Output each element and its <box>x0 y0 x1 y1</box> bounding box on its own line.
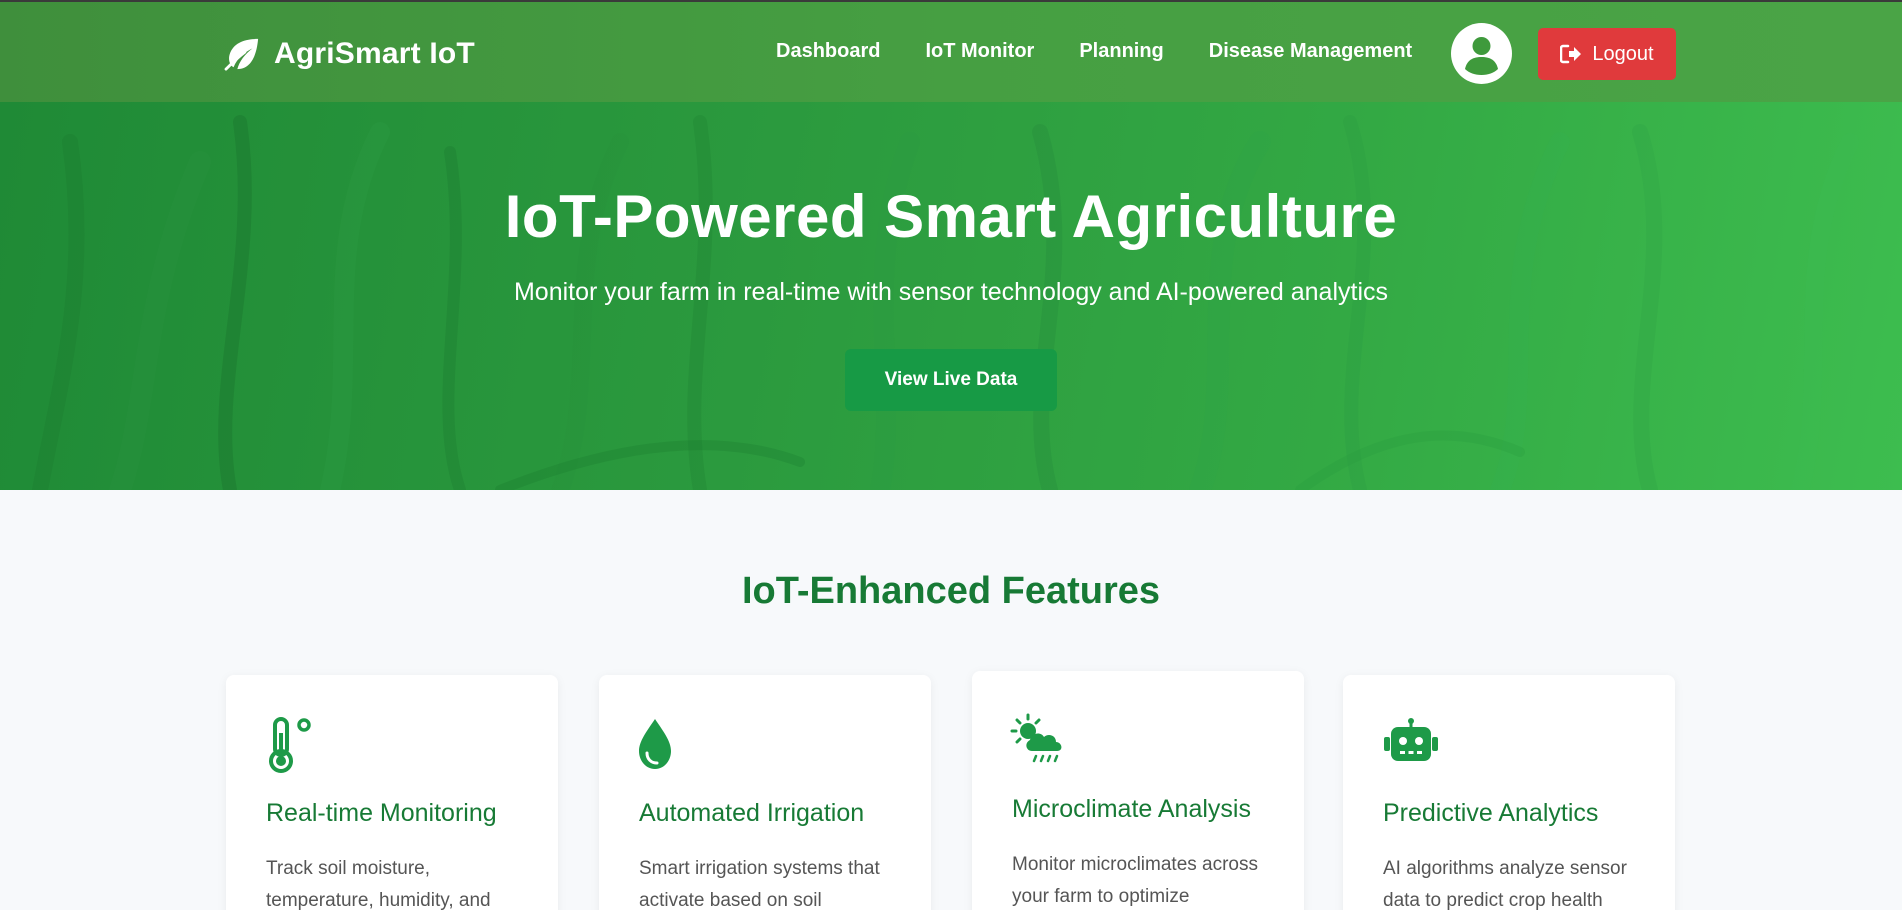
logout-label: Logout <box>1592 42 1654 65</box>
card-description: Track soil moisture, temperature, humidi… <box>266 858 491 910</box>
nav-link-dashboard[interactable]: Dashboard <box>776 40 880 63</box>
hero-banner: IoT-Powered Smart Agriculture Monitor yo… <box>0 102 1902 490</box>
hero-title: IoT-Powered Smart Agriculture <box>504 183 1398 250</box>
feature-card-real-time-monitoring: Real-time Monitoring Track soil moisture… <box>226 675 558 910</box>
nav-links: Dashboard IoT Monitor Planning Disease M… <box>776 40 1412 63</box>
water-drop-icon <box>639 719 671 769</box>
top-navbar: AgriSmart IoT Dashboard IoT Monitor Plan… <box>0 0 1902 102</box>
leaf-icon <box>224 38 259 71</box>
robot-icon <box>1384 718 1438 761</box>
user-avatar[interactable] <box>1451 23 1512 84</box>
feature-card-microclimate-analysis: Microclimate Analysis Monitor microclima… <box>972 671 1304 910</box>
thermometer-icon <box>269 717 311 773</box>
cloud-sun-rain-icon <box>1010 713 1062 763</box>
card-description: Monitor microclimates across your farm t… <box>1012 854 1258 907</box>
hero-subtitle: Monitor your farm in real-time with sens… <box>513 278 1388 306</box>
sign-out-icon <box>1560 44 1582 64</box>
feature-card-automated-irrigation: Automated Irrigation Smart irrigation sy… <box>599 675 931 910</box>
features-heading: IoT-Enhanced Features <box>741 570 1161 612</box>
card-title: Automated Irrigation <box>639 799 865 827</box>
card-title: Predictive Analytics <box>1383 799 1599 827</box>
card-title: Microclimate Analysis <box>1012 795 1251 823</box>
nav-link-iot-monitor[interactable]: IoT Monitor <box>925 40 1034 63</box>
card-description: Smart irrigation systems that activate b… <box>639 858 880 910</box>
logout-button[interactable]: Logout <box>1538 28 1676 80</box>
nav-link-disease-management[interactable]: Disease Management <box>1209 40 1412 63</box>
card-title: Real-time Monitoring <box>266 799 497 827</box>
card-description: AI algorithms analyze sensor data to pre… <box>1383 858 1627 910</box>
feature-card-predictive-analytics: Predictive Analytics AI algorithms analy… <box>1343 675 1675 910</box>
view-live-data-button[interactable]: View Live Data <box>845 349 1057 411</box>
nav-link-planning[interactable]: Planning <box>1079 40 1163 63</box>
brand-logo[interactable]: AgriSmart IoT <box>224 34 475 74</box>
user-circle-icon <box>1451 23 1512 84</box>
brand-name: AgriSmart IoT <box>274 37 475 70</box>
